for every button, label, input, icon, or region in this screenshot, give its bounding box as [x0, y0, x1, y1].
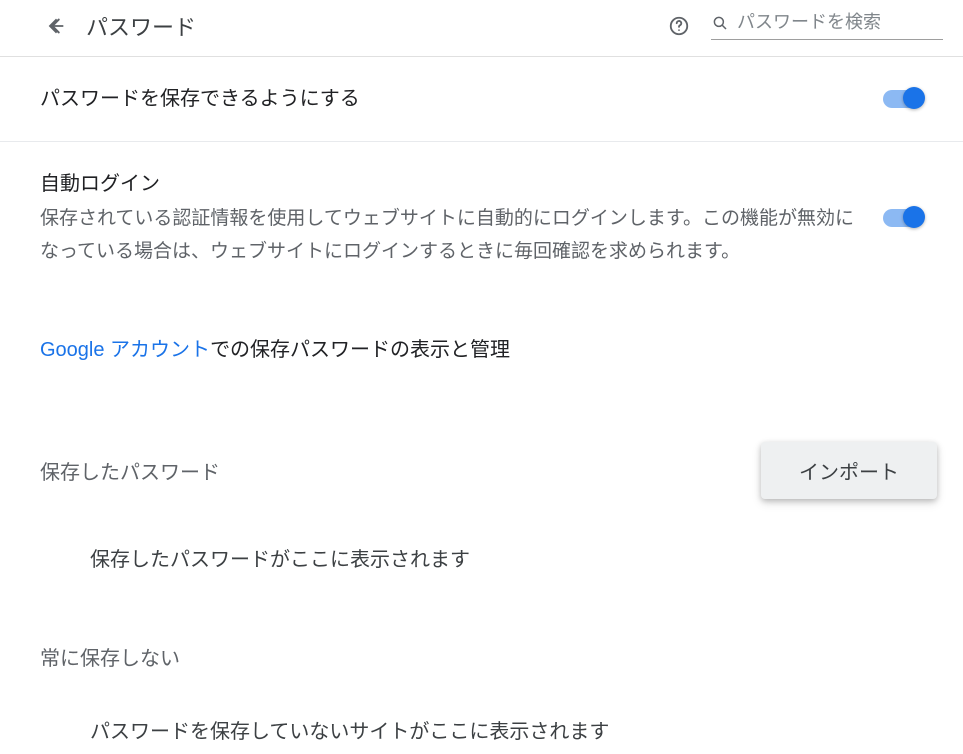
auto-signin-row: 自動ログイン 保存されている認証情報を使用してウェブサイトに自動的にログインしま… — [0, 142, 963, 295]
setting-text: パスワードを保存できるようにする — [40, 83, 883, 115]
back-arrow-icon[interactable] — [44, 14, 68, 38]
search-icon — [711, 13, 729, 33]
offer-save-title: パスワードを保存できるようにする — [40, 83, 863, 115]
auto-signin-description: 保存されている認証情報を使用してウェブサイトに自動的にログインします。この機能が… — [40, 202, 863, 269]
search-box[interactable] — [711, 12, 943, 40]
search-input[interactable] — [737, 12, 943, 33]
google-account-link[interactable]: Google アカウント — [40, 339, 210, 361]
header-actions — [667, 12, 943, 40]
never-save-header: 常に保存しない — [40, 642, 923, 671]
google-account-text: での保存パスワードの表示と管理 — [210, 339, 510, 361]
auto-signin-title: 自動ログイン — [40, 168, 863, 200]
offer-save-toggle[interactable] — [883, 90, 923, 108]
setting-text: 自動ログイン 保存されている認証情報を使用してウェブサイトに自動的にログインしま… — [40, 168, 883, 269]
import-button[interactable]: インポート — [761, 442, 937, 499]
never-save-empty: パスワードを保存していないサイトがここに表示されます — [0, 671, 963, 754]
passwords-page: パスワード パスワードを保存できるようにする — [0, 0, 963, 754]
page-header: パスワード — [0, 0, 963, 56]
content: パスワードを保存できるようにする 自動ログイン 保存されている認証情報を使用して… — [0, 56, 963, 754]
saved-passwords-header: 保存したパスワード — [40, 456, 220, 485]
saved-passwords-header-row: 保存したパスワード インポート — [0, 372, 963, 499]
never-save-header-row: 常に保存しない — [0, 582, 963, 671]
help-icon[interactable] — [667, 14, 691, 38]
saved-passwords-empty: 保存したパスワードがここに表示されます — [0, 499, 963, 582]
page-title: パスワード — [86, 10, 196, 42]
google-account-link-row: Google アカウントでの保存パスワードの表示と管理 — [0, 295, 963, 372]
auto-signin-toggle[interactable] — [883, 209, 923, 227]
offer-save-passwords-row: パスワードを保存できるようにする — [0, 57, 963, 142]
